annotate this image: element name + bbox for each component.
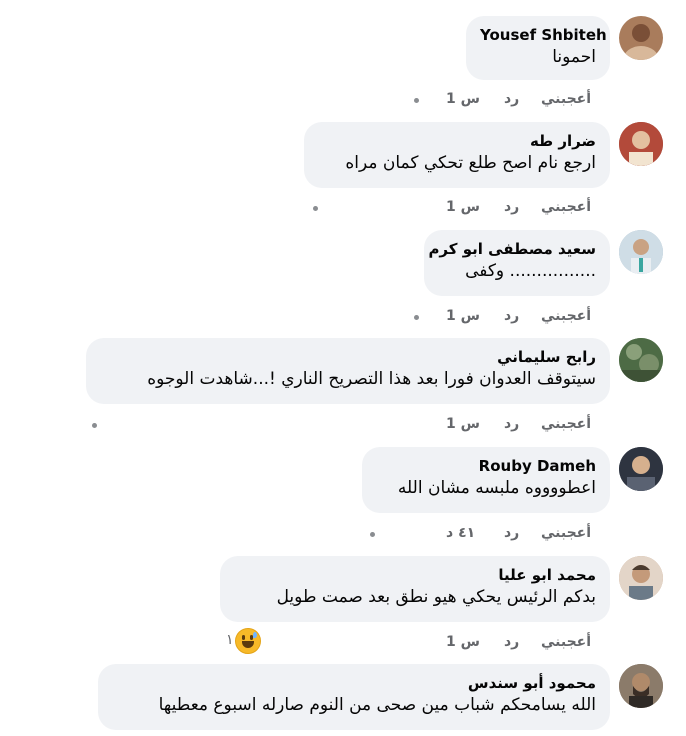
comment-author[interactable]: محمود أبو سندس [112,673,596,693]
like-button[interactable]: أعجبني [541,197,591,217]
reaction-summary[interactable]: ١ [226,628,266,654]
avatar-photo-icon [619,338,663,382]
comment-author[interactable]: ضرار طه [318,131,596,151]
like-button[interactable]: أعجبني [541,523,591,543]
comment-actions: أعجبني رد 1 س [0,414,686,436]
comment-bubble: سعيد مصطفى ابو كرم ................ وكفى [424,230,610,296]
avatar-photo-icon [619,447,663,491]
reply-button[interactable]: رد [504,197,519,217]
reply-button[interactable]: رد [504,89,519,109]
avatar-photo-icon [619,556,663,600]
comment-bubble: Yousef Shbiteh احمونا [466,16,610,80]
comment-actions: أعجبني رد 1 س [0,306,686,328]
comment-author[interactable]: محمد ابو عليا [234,565,596,585]
menu-dot-icon[interactable] [414,98,419,103]
comment-actions: أعجبني رد 1 س [0,197,686,219]
like-button[interactable]: أعجبني [541,306,591,326]
comment-text: احمونا [552,47,596,67]
reaction-count: ١ [226,632,234,648]
comment-text: اعطووووه ملبسه مشان الله [397,478,596,498]
avatar-photo-icon [623,24,659,60]
avatar[interactable] [619,447,663,491]
avatar[interactable] [619,230,663,274]
like-button[interactable]: أعجبني [541,414,591,434]
avatar-photo-icon [619,122,663,166]
comment-time[interactable]: 1 س [446,197,480,217]
avatar[interactable] [619,338,663,382]
comment-bubble: محمد ابو عليا بدكم الرئيس يحكي هيو نطق ب… [220,556,610,622]
grinning-sweat-emoji-icon [235,628,261,654]
reply-button[interactable]: رد [504,306,519,326]
comment-bubble: رابح سليماني سيتوقف العدوان فورا بعد هذا… [86,338,610,404]
comment-time[interactable]: 1 س [446,632,480,652]
comment-actions: أعجبني رد 1 س [0,89,686,111]
reply-button[interactable]: رد [504,414,519,434]
avatar[interactable] [619,556,663,600]
reply-button[interactable]: رد [504,632,519,652]
comment-time[interactable]: 1 س [446,89,480,109]
avatar-photo-icon [619,664,663,708]
avatar[interactable] [619,16,663,60]
comment-bubble: محمود أبو سندس الله يسامحكم شباب مين صحى… [98,664,610,730]
comment-text: سيتوقف العدوان فورا بعد هذا التصريح النا… [147,369,596,389]
like-button[interactable]: أعجبني [541,632,591,652]
comment-bubble: ضرار طه ارجع نام اصح طلع تحكي كمان مراه [304,122,610,188]
comment-author[interactable]: رابح سليماني [100,347,596,367]
comment-time[interactable]: 1 س [446,306,480,326]
reply-button[interactable]: رد [504,523,519,543]
avatar[interactable] [619,664,663,708]
comment-text: الله يسامحكم شباب مين صحى من النوم صارله… [158,695,596,715]
menu-dot-icon[interactable] [92,423,97,428]
avatar[interactable] [619,122,663,166]
avatar-photo-icon [619,230,663,274]
like-button[interactable]: أعجبني [541,89,591,109]
comment-actions: أعجبني رد 1 س [0,632,686,654]
comment-bubble: Rouby Dameh اعطووووه ملبسه مشان الله [362,447,610,513]
menu-dot-icon[interactable] [414,315,419,320]
comment-text: ارجع نام اصح طلع تحكي كمان مراه [345,153,596,173]
comment-author[interactable]: Yousef Shbiteh [480,25,607,45]
menu-dot-icon[interactable] [370,532,375,537]
comment-actions: أعجبني رد ٤١ د [0,523,686,545]
comment-author[interactable]: Rouby Dameh [376,456,596,476]
comment-time[interactable]: 1 س [446,414,480,434]
comment-text: ................ وكفى [465,261,596,281]
comment-author[interactable]: سعيد مصطفى ابو كرم [428,239,596,259]
comment-time[interactable]: ٤١ د [446,523,475,543]
menu-dot-icon[interactable] [313,206,318,211]
comment-text: بدكم الرئيس يحكي هيو نطق بعد صمت طويل [276,587,596,607]
